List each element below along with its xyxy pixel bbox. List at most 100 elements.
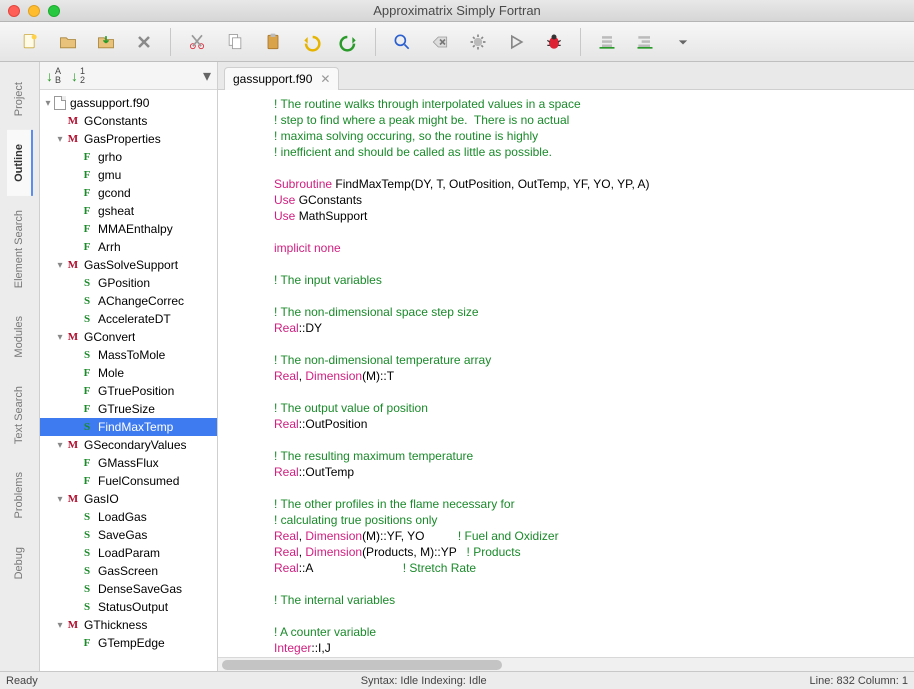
disclosure-icon[interactable]: ▾ bbox=[54, 134, 66, 145]
cancel-button[interactable] bbox=[132, 30, 156, 54]
sort-alpha-button[interactable]: ↓AB bbox=[46, 67, 61, 85]
undo-button[interactable] bbox=[299, 30, 323, 54]
tree-node-gconstants[interactable]: MGConstants bbox=[40, 112, 217, 130]
paste-button[interactable] bbox=[261, 30, 285, 54]
new-file-button[interactable] bbox=[18, 30, 42, 54]
routine-badge-icon: S bbox=[80, 294, 94, 308]
build-button[interactable] bbox=[466, 30, 490, 54]
tree-node-gtrueposition[interactable]: FGTruePosition bbox=[40, 382, 217, 400]
sidetab-debug[interactable]: Debug bbox=[7, 533, 33, 593]
open-file-button[interactable] bbox=[56, 30, 80, 54]
indent-button[interactable] bbox=[633, 30, 657, 54]
tree-node-gsheat[interactable]: Fgsheat bbox=[40, 202, 217, 220]
tree-node-gsecondaryvalues[interactable]: ▾MGSecondaryValues bbox=[40, 436, 217, 454]
module-badge-icon: M bbox=[66, 492, 80, 506]
tree-node-gasio[interactable]: ▾MGasIO bbox=[40, 490, 217, 508]
tree-node-label: FindMaxTemp bbox=[98, 420, 173, 434]
outline-toolbar: ↓AB ↓12 ▾ bbox=[40, 62, 217, 90]
clear-search-button[interactable] bbox=[428, 30, 452, 54]
code-content[interactable]: ! The routine walks through interpolated… bbox=[218, 90, 914, 657]
tree-node-mole[interactable]: FMole bbox=[40, 364, 217, 382]
tree-node-gmassflux[interactable]: FGMassFlux bbox=[40, 454, 217, 472]
tree-node-label: MassToMole bbox=[98, 348, 165, 362]
sidetab-modules[interactable]: Modules bbox=[7, 302, 33, 372]
tree-node-mmaenthalpy[interactable]: FMMAEnthalpy bbox=[40, 220, 217, 238]
side-tabs: ProjectOutlineElement SearchModulesText … bbox=[0, 62, 40, 671]
tree-node-findmaxtemp[interactable]: SFindMaxTemp bbox=[40, 418, 217, 436]
tree-node-gcond[interactable]: Fgcond bbox=[40, 184, 217, 202]
tree-node-label: GasProperties bbox=[84, 132, 161, 146]
tree-node-gmu[interactable]: Fgmu bbox=[40, 166, 217, 184]
routine-badge-icon: S bbox=[80, 582, 94, 596]
tree-node-gtruesize[interactable]: FGTrueSize bbox=[40, 400, 217, 418]
tree-node-gthickness[interactable]: ▾MGThickness bbox=[40, 616, 217, 634]
copy-button[interactable] bbox=[223, 30, 247, 54]
tree-node-achangecorrec[interactable]: SAChangeCorrec bbox=[40, 292, 217, 310]
disclosure-icon[interactable]: ▾ bbox=[54, 620, 66, 631]
module-badge-icon: M bbox=[66, 330, 80, 344]
toolbar-more-button[interactable] bbox=[671, 30, 695, 54]
sidetab-outline[interactable]: Outline bbox=[7, 130, 33, 196]
debug-button[interactable] bbox=[542, 30, 566, 54]
tree-node-gasscreen[interactable]: SGasScreen bbox=[40, 562, 217, 580]
sidetab-text-search[interactable]: Text Search bbox=[7, 372, 33, 458]
disclosure-icon[interactable]: ▾ bbox=[54, 332, 66, 343]
routine-badge-icon: F bbox=[80, 186, 94, 200]
disclosure-icon[interactable]: ▾ bbox=[54, 440, 66, 451]
sidetab-project[interactable]: Project bbox=[7, 68, 33, 130]
tree-node-label: MMAEnthalpy bbox=[98, 222, 173, 236]
tree-node-loadparam[interactable]: SLoadParam bbox=[40, 544, 217, 562]
outline-tree[interactable]: ▾gassupport.f90MGConstants▾MGasPropertie… bbox=[40, 90, 217, 671]
toolbar bbox=[0, 22, 914, 62]
file-icon bbox=[54, 96, 66, 110]
sidetab-element-search[interactable]: Element Search bbox=[7, 196, 33, 302]
tree-node-gasproperties[interactable]: ▾MGasProperties bbox=[40, 130, 217, 148]
tree-node-gassolvesupport[interactable]: ▾MGasSolveSupport bbox=[40, 256, 217, 274]
sort-order-button[interactable]: ↓12 bbox=[71, 67, 85, 85]
outline-menu-button[interactable]: ▾ bbox=[203, 66, 211, 86]
tree-node-label: GSecondaryValues bbox=[84, 438, 187, 452]
tree-node-savegas[interactable]: SSaveGas bbox=[40, 526, 217, 544]
tree-node-statusoutput[interactable]: SStatusOutput bbox=[40, 598, 217, 616]
tree-node-gconvert[interactable]: ▾MGConvert bbox=[40, 328, 217, 346]
module-badge-icon: M bbox=[66, 114, 80, 128]
tree-file-node[interactable]: ▾gassupport.f90 bbox=[40, 94, 217, 112]
code-viewport[interactable]: ! The routine walks through interpolated… bbox=[218, 90, 914, 657]
tree-node-acceleratedt[interactable]: SAccelerateDT bbox=[40, 310, 217, 328]
disclosure-icon[interactable]: ▾ bbox=[54, 260, 66, 271]
main-body: ProjectOutlineElement SearchModulesText … bbox=[0, 62, 914, 671]
tree-node-label: GPosition bbox=[98, 276, 150, 290]
disclosure-icon[interactable]: ▾ bbox=[54, 494, 66, 505]
routine-badge-icon: F bbox=[80, 636, 94, 650]
tree-node-fuelconsumed[interactable]: FFuelConsumed bbox=[40, 472, 217, 490]
tree-node-label: StatusOutput bbox=[98, 600, 168, 614]
run-button[interactable] bbox=[504, 30, 528, 54]
tree-node-gposition[interactable]: SGPosition bbox=[40, 274, 217, 292]
scrollbar-thumb[interactable] bbox=[222, 660, 502, 670]
tree-node-loadgas[interactable]: SLoadGas bbox=[40, 508, 217, 526]
search-button[interactable] bbox=[390, 30, 414, 54]
routine-badge-icon: F bbox=[80, 366, 94, 380]
tree-node-label: GTrueSize bbox=[98, 402, 155, 416]
routine-badge-icon: F bbox=[80, 168, 94, 182]
redo-button[interactable] bbox=[337, 30, 361, 54]
routine-badge-icon: S bbox=[80, 510, 94, 524]
editor-tab-label: gassupport.f90 bbox=[233, 72, 312, 86]
tree-node-label: LoadParam bbox=[98, 546, 160, 560]
horizontal-scrollbar[interactable] bbox=[218, 657, 914, 671]
routine-badge-icon: F bbox=[80, 474, 94, 488]
routine-badge-icon: F bbox=[80, 150, 94, 164]
tree-node-grho[interactable]: Fgrho bbox=[40, 148, 217, 166]
tree-node-arrh[interactable]: FArrh bbox=[40, 238, 217, 256]
routine-badge-icon: F bbox=[80, 456, 94, 470]
editor-tab[interactable]: gassupport.f90 ✕ bbox=[224, 67, 339, 90]
tree-node-gtempedge[interactable]: FGTempEdge bbox=[40, 634, 217, 652]
tree-node-label: GTruePosition bbox=[98, 384, 174, 398]
outdent-button[interactable] bbox=[595, 30, 619, 54]
tree-node-densesavegas[interactable]: SDenseSaveGas bbox=[40, 580, 217, 598]
tree-node-masstomole[interactable]: SMassToMole bbox=[40, 346, 217, 364]
close-tab-icon[interactable]: ✕ bbox=[320, 72, 330, 86]
cut-button[interactable] bbox=[185, 30, 209, 54]
save-button[interactable] bbox=[94, 30, 118, 54]
sidetab-problems[interactable]: Problems bbox=[7, 458, 33, 532]
